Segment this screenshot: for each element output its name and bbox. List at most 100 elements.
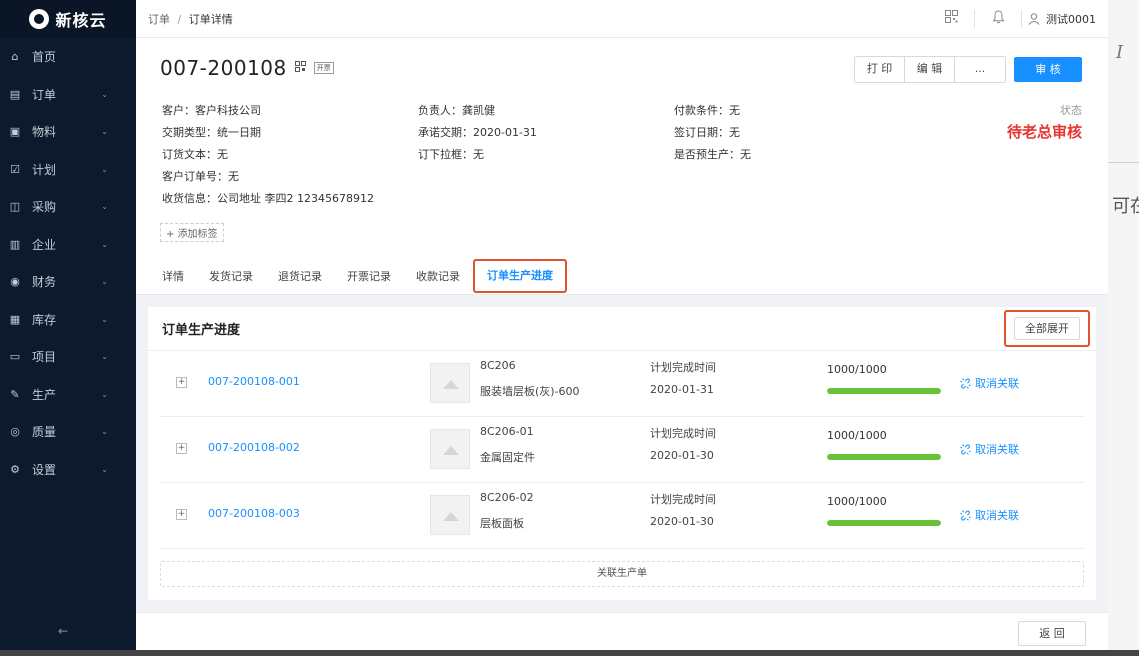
info-field: 客户订单号：无: [162, 170, 239, 183]
logo[interactable]: 新核云: [0, 0, 136, 38]
sidebar-item-7[interactable]: ▦ 库存 ⌄: [0, 301, 136, 339]
info-row: 交期类型：统一日期 承诺交期：2020-01-31 签订日期：无: [162, 124, 962, 146]
quantity-progress: 1000/1000: [827, 495, 887, 508]
work-order-link[interactable]: 007-200108-001: [208, 375, 300, 388]
sidebar-item-6[interactable]: ◉ 财务 ⌄: [0, 263, 136, 301]
background-text-fragment: 可在: [1112, 196, 1139, 217]
plan-date: 2020-01-31: [650, 383, 714, 396]
info-field: 交期类型：统一日期: [162, 126, 261, 139]
sidebar-item-10[interactable]: ◎ 质量 ⌄: [0, 413, 136, 451]
plan-icon: ☑: [10, 162, 20, 176]
bell-icon[interactable]: [981, 9, 1015, 28]
tab-4[interactable]: 收款记录: [416, 263, 460, 294]
progress-row: +007-200108-002 8C206-01 金属固定件 计划完成时间 2020-0…: [160, 417, 1084, 483]
sidebar-item-label: 采购: [32, 200, 57, 215]
info-row: 客户订单号：无: [162, 168, 962, 190]
link-production-button[interactable]: 关联生产单: [160, 561, 1084, 587]
sidebar-item-2[interactable]: ▣ 物料 ⌄: [0, 113, 136, 151]
expand-row-icon[interactable]: +: [176, 509, 187, 520]
sidebar-item-label: 订单: [32, 87, 57, 102]
chevron-down-icon: ⌄: [101, 164, 108, 174]
unlink-button[interactable]: 取消关联: [960, 441, 1019, 457]
work-order-link[interactable]: 007-200108-003: [208, 507, 300, 520]
expand-row-icon[interactable]: +: [176, 377, 187, 388]
edit-button[interactable]: 编 辑: [905, 57, 955, 82]
chevron-down-icon: ⌄: [101, 314, 108, 324]
plan-date: 2020-01-30: [650, 515, 714, 528]
sidebar-item-9[interactable]: ✎ 生产 ⌄: [0, 376, 136, 414]
add-tag-button[interactable]: + 添加标签: [160, 223, 224, 242]
work-order-link[interactable]: 007-200108-002: [208, 441, 300, 454]
order-tabs: 详情 发货记录 退货记录 开票记录 收款记录 订单生产进度: [162, 259, 592, 294]
tab-1[interactable]: 发货记录: [209, 263, 253, 294]
plan-label: 计划完成时间: [650, 493, 716, 506]
bottom-edge: [0, 650, 1139, 656]
purchase-icon: ◫: [9, 200, 21, 214]
project-icon: ▭: [9, 350, 21, 364]
tab-3[interactable]: 开票记录: [347, 263, 391, 294]
qrcode-icon[interactable]: [934, 10, 968, 27]
chevron-down-icon: ⌄: [101, 427, 108, 437]
tab-2[interactable]: 退货记录: [278, 263, 322, 294]
order-header: 007-200108 开票 打 印 编 辑 ... 审 核 客户：客户科技公司 负…: [136, 38, 1108, 295]
sidebar-item-label: 企业: [32, 237, 57, 252]
expand-row-icon[interactable]: +: [176, 443, 187, 454]
info-field: [418, 190, 674, 212]
sidebar-item-3[interactable]: ☑ 计划 ⌄: [0, 151, 136, 189]
main-area: 订单 / 订单详情 测试0001 007-200108 开票 打 印 编 辑 .…: [136, 0, 1108, 650]
expand-all-button[interactable]: 全部展开: [1014, 317, 1080, 340]
background-page: I 可在: [1108, 0, 1139, 656]
tab-5[interactable]: 订单生产进度: [473, 259, 567, 293]
plan-label: 计划完成时间: [650, 361, 716, 374]
breadcrumb-current: 订单详情: [188, 12, 233, 26]
product-sku: 8C206: [480, 359, 516, 372]
info-field: [418, 168, 674, 190]
back-button[interactable]: 返 回: [1018, 621, 1086, 646]
chevron-down-icon: ⌄: [101, 352, 108, 362]
approve-button[interactable]: 审 核: [1014, 57, 1082, 82]
breadcrumb: 订单 / 订单详情: [148, 11, 934, 27]
info-field: [674, 190, 930, 212]
product-image-placeholder: [430, 363, 470, 403]
sidebar-item-label: 库存: [32, 312, 57, 327]
unlink-button[interactable]: 取消关联: [960, 375, 1019, 391]
sidebar-item-1[interactable]: ▤ 订单 ⌄: [0, 76, 136, 114]
chevron-down-icon: ⌄: [101, 239, 108, 249]
progress-bar-fill: [827, 520, 941, 526]
order-qrcode-icon[interactable]: [294, 61, 306, 75]
sidebar-item-label: 计划: [32, 162, 57, 177]
topbar-divider: [974, 9, 975, 28]
material-icon: ▣: [9, 125, 21, 139]
breadcrumb-root[interactable]: 订单: [148, 13, 170, 26]
sidebar-item-11[interactable]: ⚙ 设置 ⌄: [0, 451, 136, 489]
product-name: 服装墙层板(灰)-600: [480, 385, 580, 398]
unlink-button[interactable]: 取消关联: [960, 507, 1019, 523]
sidebar-item-label: 财务: [32, 275, 57, 290]
enterprise-icon: ▥: [9, 237, 21, 251]
panel-title: 订单生产进度: [162, 323, 241, 338]
quality-icon: ◎: [10, 425, 20, 439]
status-value: 待老总审核: [1006, 123, 1082, 141]
progress-bar-fill: [827, 388, 941, 394]
progress-bar: [827, 520, 941, 526]
sidebar-item-8[interactable]: ▭ 项目 ⌄: [0, 338, 136, 376]
info-field: 负责人：龚凯健: [418, 104, 495, 117]
sidebar-item-label: 设置: [32, 462, 57, 477]
quantity-progress: 1000/1000: [827, 429, 887, 442]
chevron-down-icon: ⌄: [101, 464, 108, 474]
unlink-icon: [960, 443, 971, 455]
finance-icon: ◉: [10, 275, 20, 289]
print-button[interactable]: 打 印: [855, 57, 905, 82]
top-bar: 订单 / 订单详情 测试0001: [136, 0, 1108, 38]
more-button[interactable]: ...: [955, 57, 1005, 82]
sidebar-item-0[interactable]: ⌂ 首页: [0, 38, 136, 76]
sidebar-item-4[interactable]: ◫ 采购 ⌄: [0, 188, 136, 226]
user-menu[interactable]: 测试0001: [1028, 11, 1096, 27]
sidebar-item-5[interactable]: ▥ 企业 ⌄: [0, 226, 136, 264]
sidebar-item-label: 物料: [32, 125, 57, 140]
unlink-label: 取消关联: [975, 443, 1019, 456]
collapse-sidebar-icon[interactable]: ←: [58, 624, 68, 638]
action-button-group: 打 印 编 辑 ...: [854, 56, 1006, 83]
tab-0[interactable]: 详情: [162, 263, 184, 294]
topbar-divider: [1021, 9, 1022, 28]
